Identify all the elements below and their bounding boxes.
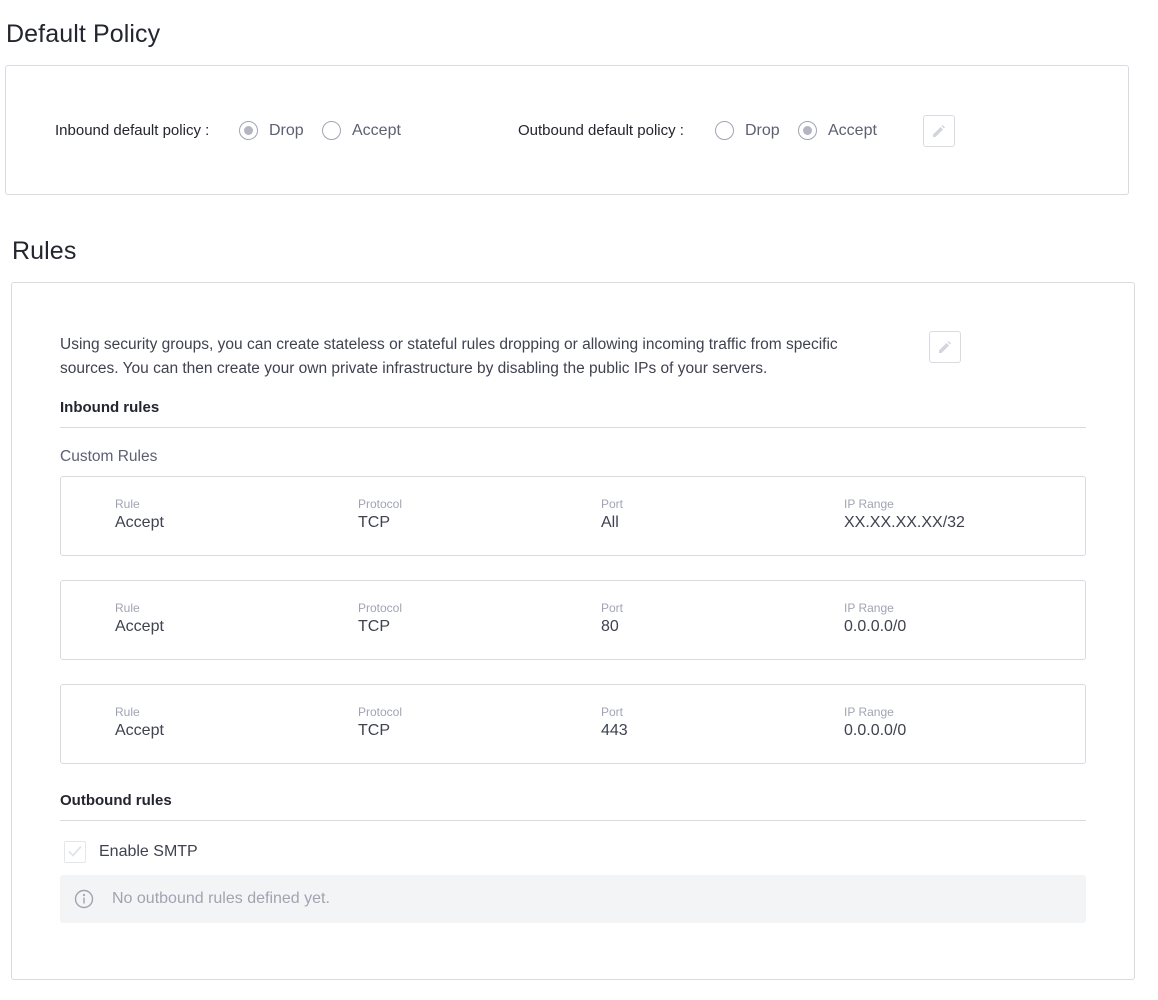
ip-range-cell: IP Range XX.XX.XX.XX/32 <box>844 497 965 532</box>
default-policy-card: Inbound default policy : Drop Accept Out… <box>5 65 1129 195</box>
protocol-cell: Protocol TCP <box>358 497 402 532</box>
port-cell: Port 443 <box>601 705 628 740</box>
ip-range-value: 0.0.0.0/0 <box>844 618 907 635</box>
ip-range-column-label: IP Range <box>844 705 894 719</box>
rules-title: Rules <box>12 237 77 265</box>
port-column-label: Port <box>601 601 624 615</box>
no-outbound-rules-notice: No outbound rules defined yet. <box>60 875 1086 923</box>
ip-range-cell: IP Range 0.0.0.0/0 <box>844 705 906 740</box>
inbound-rules-heading: Inbound rules <box>60 399 160 416</box>
outbound-divider <box>60 820 1086 821</box>
edit-rules-button[interactable] <box>929 331 961 363</box>
port-value: All <box>601 514 619 531</box>
ip-range-value: 0.0.0.0/0 <box>844 722 907 739</box>
rules-card: Using security groups, you can create st… <box>11 282 1135 980</box>
protocol-value: TCP <box>358 722 390 739</box>
radio-indicator <box>715 121 734 140</box>
protocol-value: TCP <box>358 514 390 531</box>
inbound-radio-accept[interactable]: Accept <box>322 121 401 140</box>
outbound-policy-label: Outbound default policy : <box>518 122 684 139</box>
port-cell: Port All <box>601 497 623 532</box>
port-column-label: Port <box>601 705 624 719</box>
inbound-radio-drop[interactable]: Drop <box>239 121 304 140</box>
port-value: 443 <box>601 722 628 739</box>
rule-column-label: Rule <box>115 705 140 719</box>
rule-value: Accept <box>115 618 164 635</box>
port-cell: Port 80 <box>601 601 623 636</box>
edit-policy-button[interactable] <box>923 115 955 147</box>
ip-range-cell: IP Range 0.0.0.0/0 <box>844 601 906 636</box>
ip-range-column-label: IP Range <box>844 601 894 615</box>
protocol-cell: Protocol TCP <box>358 601 402 636</box>
enable-smtp-checkbox[interactable]: Enable SMTP <box>64 841 198 863</box>
inbound-policy-label: Inbound default policy : <box>55 122 210 139</box>
ip-range-column-label: IP Range <box>844 497 894 511</box>
rule-row: Rule Accept Protocol TCP Port 443 IP Ran… <box>60 684 1086 764</box>
ip-range-value: XX.XX.XX.XX/32 <box>844 514 965 531</box>
rule-column-label: Rule <box>115 601 140 615</box>
radio-label: Drop <box>269 121 304 139</box>
rule-row: Rule Accept Protocol TCP Port All IP Ran… <box>60 476 1086 556</box>
inbound-divider <box>60 427 1086 428</box>
protocol-column-label: Protocol <box>358 705 403 719</box>
enable-smtp-label: Enable SMTP <box>99 843 198 860</box>
radio-indicator <box>239 121 258 140</box>
rule-cell: Rule Accept <box>115 497 164 532</box>
info-icon <box>74 889 94 909</box>
protocol-cell: Protocol TCP <box>358 705 402 740</box>
pencil-icon <box>933 125 945 137</box>
protocol-column-label: Protocol <box>358 601 403 615</box>
rule-value: Accept <box>115 722 164 739</box>
radio-indicator <box>798 121 817 140</box>
outbound-rules-heading: Outbound rules <box>60 792 172 809</box>
outbound-radio-accept[interactable]: Accept <box>798 121 877 140</box>
notice-text: No outbound rules defined yet. <box>112 890 330 907</box>
port-value: 80 <box>601 618 619 635</box>
rule-cell: Rule Accept <box>115 705 164 740</box>
pencil-icon <box>939 341 951 353</box>
rules-description: Using security groups, you can create st… <box>60 336 838 377</box>
protocol-column-label: Protocol <box>358 497 403 511</box>
custom-rules-label: Custom Rules <box>60 448 158 465</box>
checkbox-box <box>64 841 86 863</box>
checkmark-icon <box>68 845 82 857</box>
rule-value: Accept <box>115 514 164 531</box>
rule-column-label: Rule <box>115 497 140 511</box>
protocol-value: TCP <box>358 618 390 635</box>
radio-indicator <box>322 121 341 140</box>
radio-label: Accept <box>828 121 877 139</box>
radio-label: Drop <box>745 121 780 139</box>
port-column-label: Port <box>601 497 624 511</box>
rule-cell: Rule Accept <box>115 601 164 636</box>
rule-row: Rule Accept Protocol TCP Port 80 IP Rang… <box>60 580 1086 660</box>
radio-label: Accept <box>352 121 401 139</box>
outbound-radio-drop[interactable]: Drop <box>715 121 780 140</box>
default-policy-title: Default Policy <box>6 20 161 48</box>
